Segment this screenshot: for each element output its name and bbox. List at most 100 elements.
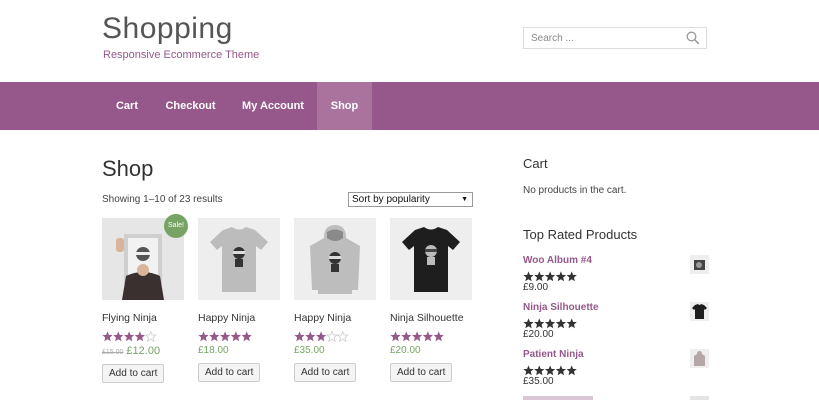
sale-price: £12.00 xyxy=(126,345,161,357)
star-rating xyxy=(523,316,709,329)
product-price: £20.00 xyxy=(390,345,472,356)
black-tshirt-image xyxy=(390,218,472,300)
sort-select[interactable]: Sort by popularity ▼ xyxy=(348,192,473,207)
star-filled-icon xyxy=(124,331,135,342)
star-filled-icon xyxy=(545,365,556,376)
star-filled-icon xyxy=(566,365,577,376)
top-rated-item-price: £9.00 xyxy=(523,282,549,293)
top-rated-item-name[interactable]: Woo Album #4 xyxy=(523,255,709,266)
star-rating xyxy=(294,329,376,343)
star-filled-icon xyxy=(523,318,534,329)
product-price: £18.00 xyxy=(198,345,280,356)
sort-select-value: Sort by popularity xyxy=(352,194,430,205)
site-tagline: Responsive Ecommerce Theme xyxy=(103,49,260,61)
star-filled-icon xyxy=(316,331,327,342)
star-filled-icon xyxy=(412,331,423,342)
star-filled-icon xyxy=(390,331,401,342)
star-filled-icon xyxy=(545,318,556,329)
add-to-cart-button[interactable]: Add to cart xyxy=(390,363,453,382)
star-filled-icon xyxy=(545,271,556,282)
top-rated-item-name-clipped[interactable] xyxy=(523,396,593,400)
top-rated-item-price: £20.00 xyxy=(523,329,554,340)
star-filled-icon xyxy=(241,331,252,342)
product-card: Happy Ninja £35.00 Add to cart xyxy=(294,218,376,382)
star-filled-icon xyxy=(230,331,241,342)
star-rating xyxy=(198,329,280,342)
star-filled-icon xyxy=(134,331,145,342)
nav-item-shop[interactable]: Shop xyxy=(317,82,372,130)
top-rated-item-price: £35.00 xyxy=(523,376,554,387)
cart-empty-message: No products in the cart. xyxy=(523,185,627,196)
old-price: £15.00 xyxy=(102,349,124,356)
star-filled-icon xyxy=(523,365,534,376)
dropdown-arrow-icon: ▼ xyxy=(461,196,468,203)
product-card: Happy Ninja £18.00 Add to cart xyxy=(198,218,280,382)
top-rated-item: Patient Ninja £35.00 xyxy=(523,349,709,387)
top-rated-item: Ninja Silhouette £20.00 xyxy=(523,302,709,340)
rating-stars-icon xyxy=(294,330,349,343)
star-empty-icon xyxy=(325,330,339,343)
product-price: £35.00 xyxy=(294,345,376,356)
star-filled-icon xyxy=(422,331,433,342)
price-amount: £18.00 xyxy=(198,345,229,356)
rating-stars-icon xyxy=(102,330,157,343)
sale-badge: Sale! xyxy=(164,214,188,238)
rating-stars-icon xyxy=(198,331,252,342)
nav-item-checkout[interactable]: Checkout xyxy=(152,82,229,130)
search-input[interactable] xyxy=(524,28,681,49)
price-amount: £20.00 xyxy=(390,345,421,356)
rating-stars-icon xyxy=(523,271,577,282)
top-rated-item-name[interactable]: Patient Ninja xyxy=(523,349,709,360)
add-to-cart-button[interactable]: Add to cart xyxy=(294,363,357,382)
add-to-cart-button[interactable]: Add to cart xyxy=(198,363,261,382)
top-rated-item: Woo Album #4 £9.00 xyxy=(523,255,709,293)
product-image[interactable] xyxy=(390,218,472,300)
price-amount: £35.00 xyxy=(294,345,325,356)
result-count: Showing 1–10 of 23 results xyxy=(102,194,223,205)
hoodie-thumbnail-image[interactable] xyxy=(690,349,709,368)
star-filled-icon xyxy=(401,331,412,342)
product-thumbnail-image[interactable] xyxy=(690,396,709,400)
star-filled-icon xyxy=(294,331,305,342)
top-rated-item-partial xyxy=(523,396,709,400)
star-filled-icon xyxy=(566,271,577,282)
primary-navigation: Cart Checkout My Account Shop xyxy=(0,82,819,130)
star-filled-icon xyxy=(113,331,124,342)
star-filled-icon xyxy=(555,271,566,282)
product-image[interactable] xyxy=(198,218,280,300)
search-icon[interactable] xyxy=(686,31,700,45)
album-thumbnail-image[interactable] xyxy=(690,255,709,274)
nav-item-my-account[interactable]: My Account xyxy=(229,82,317,130)
rating-stars-icon xyxy=(390,331,444,342)
product-image[interactable] xyxy=(294,218,376,300)
star-filled-icon xyxy=(566,318,577,329)
star-filled-icon xyxy=(534,365,545,376)
rating-stars-icon xyxy=(523,318,577,329)
product-title[interactable]: Happy Ninja xyxy=(198,312,280,324)
search-box[interactable] xyxy=(523,27,707,49)
star-filled-icon xyxy=(433,331,444,342)
star-filled-icon xyxy=(534,271,545,282)
product-card: Flying Ninja £15.00 £12.00 Add to cart xyxy=(102,218,184,383)
star-filled-icon xyxy=(555,318,566,329)
add-to-cart-button[interactable]: Add to cart xyxy=(102,364,165,383)
star-empty-icon xyxy=(336,330,349,343)
product-title[interactable]: Happy Ninja xyxy=(294,312,376,324)
star-empty-icon xyxy=(144,330,157,343)
rating-stars-icon xyxy=(523,365,577,376)
star-rating xyxy=(523,363,709,376)
product-price: £15.00 £12.00 xyxy=(102,345,184,357)
star-filled-icon xyxy=(523,271,534,282)
star-rating xyxy=(102,329,184,343)
product-title[interactable]: Ninja Silhouette xyxy=(390,312,472,324)
product-title[interactable]: Flying Ninja xyxy=(102,312,184,324)
nav-item-cart[interactable]: Cart xyxy=(102,82,152,130)
page-title: Shop xyxy=(102,156,154,181)
top-rated-item-name[interactable]: Ninja Silhouette xyxy=(523,302,709,313)
star-filled-icon xyxy=(555,365,566,376)
star-rating xyxy=(390,329,472,342)
black-tshirt-thumbnail-image[interactable] xyxy=(690,302,709,321)
site-title[interactable]: Shopping xyxy=(102,12,233,46)
star-filled-icon xyxy=(305,331,316,342)
cart-widget-title: Cart xyxy=(523,156,548,171)
